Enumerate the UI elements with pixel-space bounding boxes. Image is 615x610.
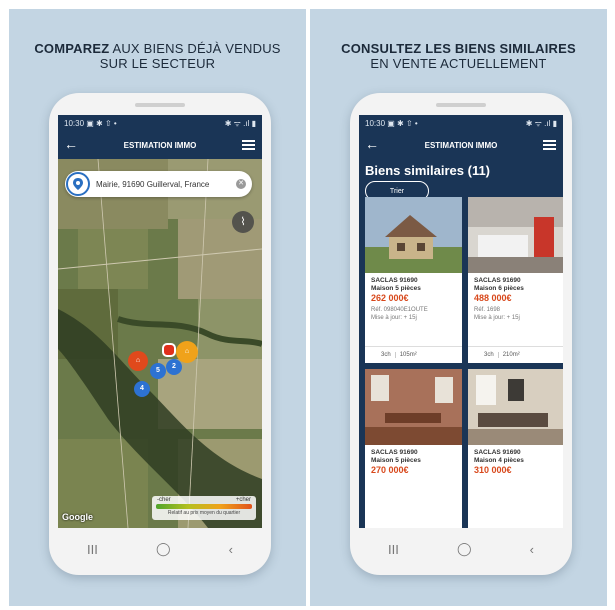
status-time: 10:30 [64, 118, 85, 128]
right-phone: 10:30 ▣ ✱ ⇧ • ✱ ᯤ .ıl ▮ ← ESTIMATION IMM… [350, 93, 572, 575]
listing-updated: Mise à jour: + 15j [371, 315, 417, 321]
recents-nav-icon[interactable]: III [87, 542, 98, 557]
status-system-icons: ✱ ᯤ .ıl ▮ [525, 118, 557, 128]
address-search-value[interactable]: Mairie, 91690 Guillerval, France [96, 180, 209, 189]
map-screen: 10:30 ▣ ✱ ⇧ • ✱ ᯤ .ıl ▮ ← ESTIMATION IMM… [58, 115, 262, 528]
listing-card[interactable]: SACLAS 91690 Maison 4 pièces 310 000€ [468, 369, 563, 528]
listing-rooms: 3ch [484, 352, 494, 358]
android-nav-bar: III ◯ ‹ [359, 530, 563, 568]
status-notification-icons: ▣ ✱ ⇧ • [86, 118, 117, 128]
similar-listings-title: Biens similaires (11) [365, 163, 491, 178]
app-title: ESTIMATION IMMO [424, 140, 498, 150]
home-nav-icon[interactable]: ◯ [457, 541, 472, 557]
left-heading-rest: AUX BIENS DÉJÀ VENDUS [112, 41, 281, 56]
map-layers-icon[interactable]: ⌇ [232, 211, 254, 233]
clear-search-icon[interactable]: ✕ [236, 179, 246, 189]
listing-ref: Réf. 098040E1OUTE [371, 307, 428, 313]
app-bar: ← ESTIMATION IMMO [58, 131, 262, 159]
left-heading-line2: SUR LE SECTEUR [99, 56, 216, 71]
back-nav-icon[interactable]: ‹ [530, 542, 534, 557]
listing-city: SACLAS 91690 [474, 449, 521, 456]
listing-features: 3ch 105m² [365, 346, 462, 363]
sold-property-marker[interactable]: ⌂ [176, 341, 198, 363]
legend-high-label: +cher [235, 497, 251, 503]
listings-screen: 10:30 ▣ ✱ ⇧ • ✱ ᯤ .ıl ▮ ← ESTIMATION IMM… [359, 115, 563, 528]
cluster-marker[interactable]: 5 [150, 363, 166, 379]
listing-grid: SACLAS 91690 Maison 5 pièces 262 000€ Ré… [365, 197, 563, 528]
listing-features: 3ch 210m² [468, 346, 563, 363]
back-arrow-icon[interactable]: ← [64, 137, 78, 151]
back-arrow-icon[interactable]: ← [365, 137, 379, 151]
menu-icon[interactable] [543, 140, 556, 152]
legend-note: Relatif au prix moyen du quartier [167, 510, 241, 516]
app-bar: ← ESTIMATION IMMO [359, 131, 563, 159]
map-imagery [58, 158, 262, 528]
status-notification-icons: ▣ ✱ ⇧ • [387, 118, 418, 128]
listing-area: 210m² [497, 352, 520, 358]
listing-card[interactable]: SACLAS 91690 Maison 5 pièces 270 000€ [365, 369, 462, 528]
listing-price: 262 000€ [371, 293, 409, 303]
right-heading: CONSULTEZ LES BIENS SIMILAIRES EN VENTE … [310, 41, 607, 71]
home-nav-icon[interactable]: ◯ [156, 541, 171, 557]
phone-speaker [436, 103, 486, 107]
right-heading-line2: EN VENTE ACTUELLEMENT [370, 56, 547, 71]
listing-price: 488 000€ [474, 293, 512, 303]
left-heading-bold: COMPAREZ [34, 41, 110, 56]
listing-card[interactable]: SACLAS 91690 Maison 6 pièces 488 000€ Ré… [468, 197, 563, 363]
listing-type: Maison 5 pièces [371, 457, 421, 464]
status-system-icons: ✱ ᯤ .ıl ▮ [224, 118, 256, 128]
cluster-marker[interactable]: 4 [134, 381, 150, 397]
legend-low-label: -cher [157, 497, 171, 503]
listing-city: SACLAS 91690 [371, 277, 418, 284]
listing-card[interactable]: SACLAS 91690 Maison 5 pièces 262 000€ Ré… [365, 197, 462, 363]
menu-icon[interactable] [242, 140, 255, 152]
map-attribution: Google [62, 512, 93, 522]
listing-type: Maison 4 pièces [474, 457, 524, 464]
status-time: 10:30 [365, 118, 386, 128]
recents-nav-icon[interactable]: III [388, 542, 399, 557]
listing-updated: Mise à jour: + 15j [474, 315, 520, 321]
legend-gradient-bar [156, 504, 252, 509]
listing-photo [365, 197, 462, 273]
status-bar: 10:30 ▣ ✱ ⇧ • ✱ ᯤ .ıl ▮ [359, 115, 563, 131]
left-phone: 10:30 ▣ ✱ ⇧ • ✱ ᯤ .ıl ▮ ← ESTIMATION IMM… [49, 93, 271, 575]
cluster-marker[interactable]: 2 [166, 359, 182, 375]
phone-speaker [135, 103, 185, 107]
app-title: ESTIMATION IMMO [123, 140, 197, 150]
listing-type: Maison 6 pièces [474, 285, 524, 292]
listing-photo [468, 369, 563, 445]
center-location-dot [162, 343, 176, 357]
address-search-bar[interactable]: Mairie, 91690 Guillerval, France ✕ [65, 171, 252, 197]
price-legend: -cher +cher Relatif au prix moyen du qua… [152, 496, 256, 520]
left-promo-panel: COMPAREZ AUX BIENS DÉJÀ VENDUS SUR LE SE… [9, 9, 306, 606]
left-heading: COMPAREZ AUX BIENS DÉJÀ VENDUS SUR LE SE… [9, 41, 306, 71]
sold-property-marker[interactable]: ⌂ [128, 351, 148, 371]
listing-ref: Réf. 1698 [474, 307, 501, 313]
android-nav-bar: III ◯ ‹ [58, 530, 262, 568]
listing-city: SACLAS 91690 [371, 449, 418, 456]
listing-price: 270 000€ [371, 465, 409, 475]
right-promo-panel: CONSULTEZ LES BIENS SIMILAIRES EN VENTE … [310, 9, 607, 606]
listing-type: Maison 5 pièces [371, 285, 421, 292]
satellite-map[interactable] [58, 158, 262, 528]
location-pin-icon [66, 172, 90, 196]
listing-city: SACLAS 91690 [474, 277, 521, 284]
listing-area: 105m² [394, 352, 417, 358]
status-bar: 10:30 ▣ ✱ ⇧ • ✱ ᯤ .ıl ▮ [58, 115, 262, 131]
back-nav-icon[interactable]: ‹ [229, 542, 233, 557]
listing-price: 310 000€ [474, 465, 512, 475]
right-heading-bold: CONSULTEZ LES BIENS SIMILAIRES [341, 41, 576, 56]
listing-photo [365, 369, 462, 445]
listing-photo [468, 197, 563, 273]
listing-rooms: 3ch [381, 352, 391, 358]
